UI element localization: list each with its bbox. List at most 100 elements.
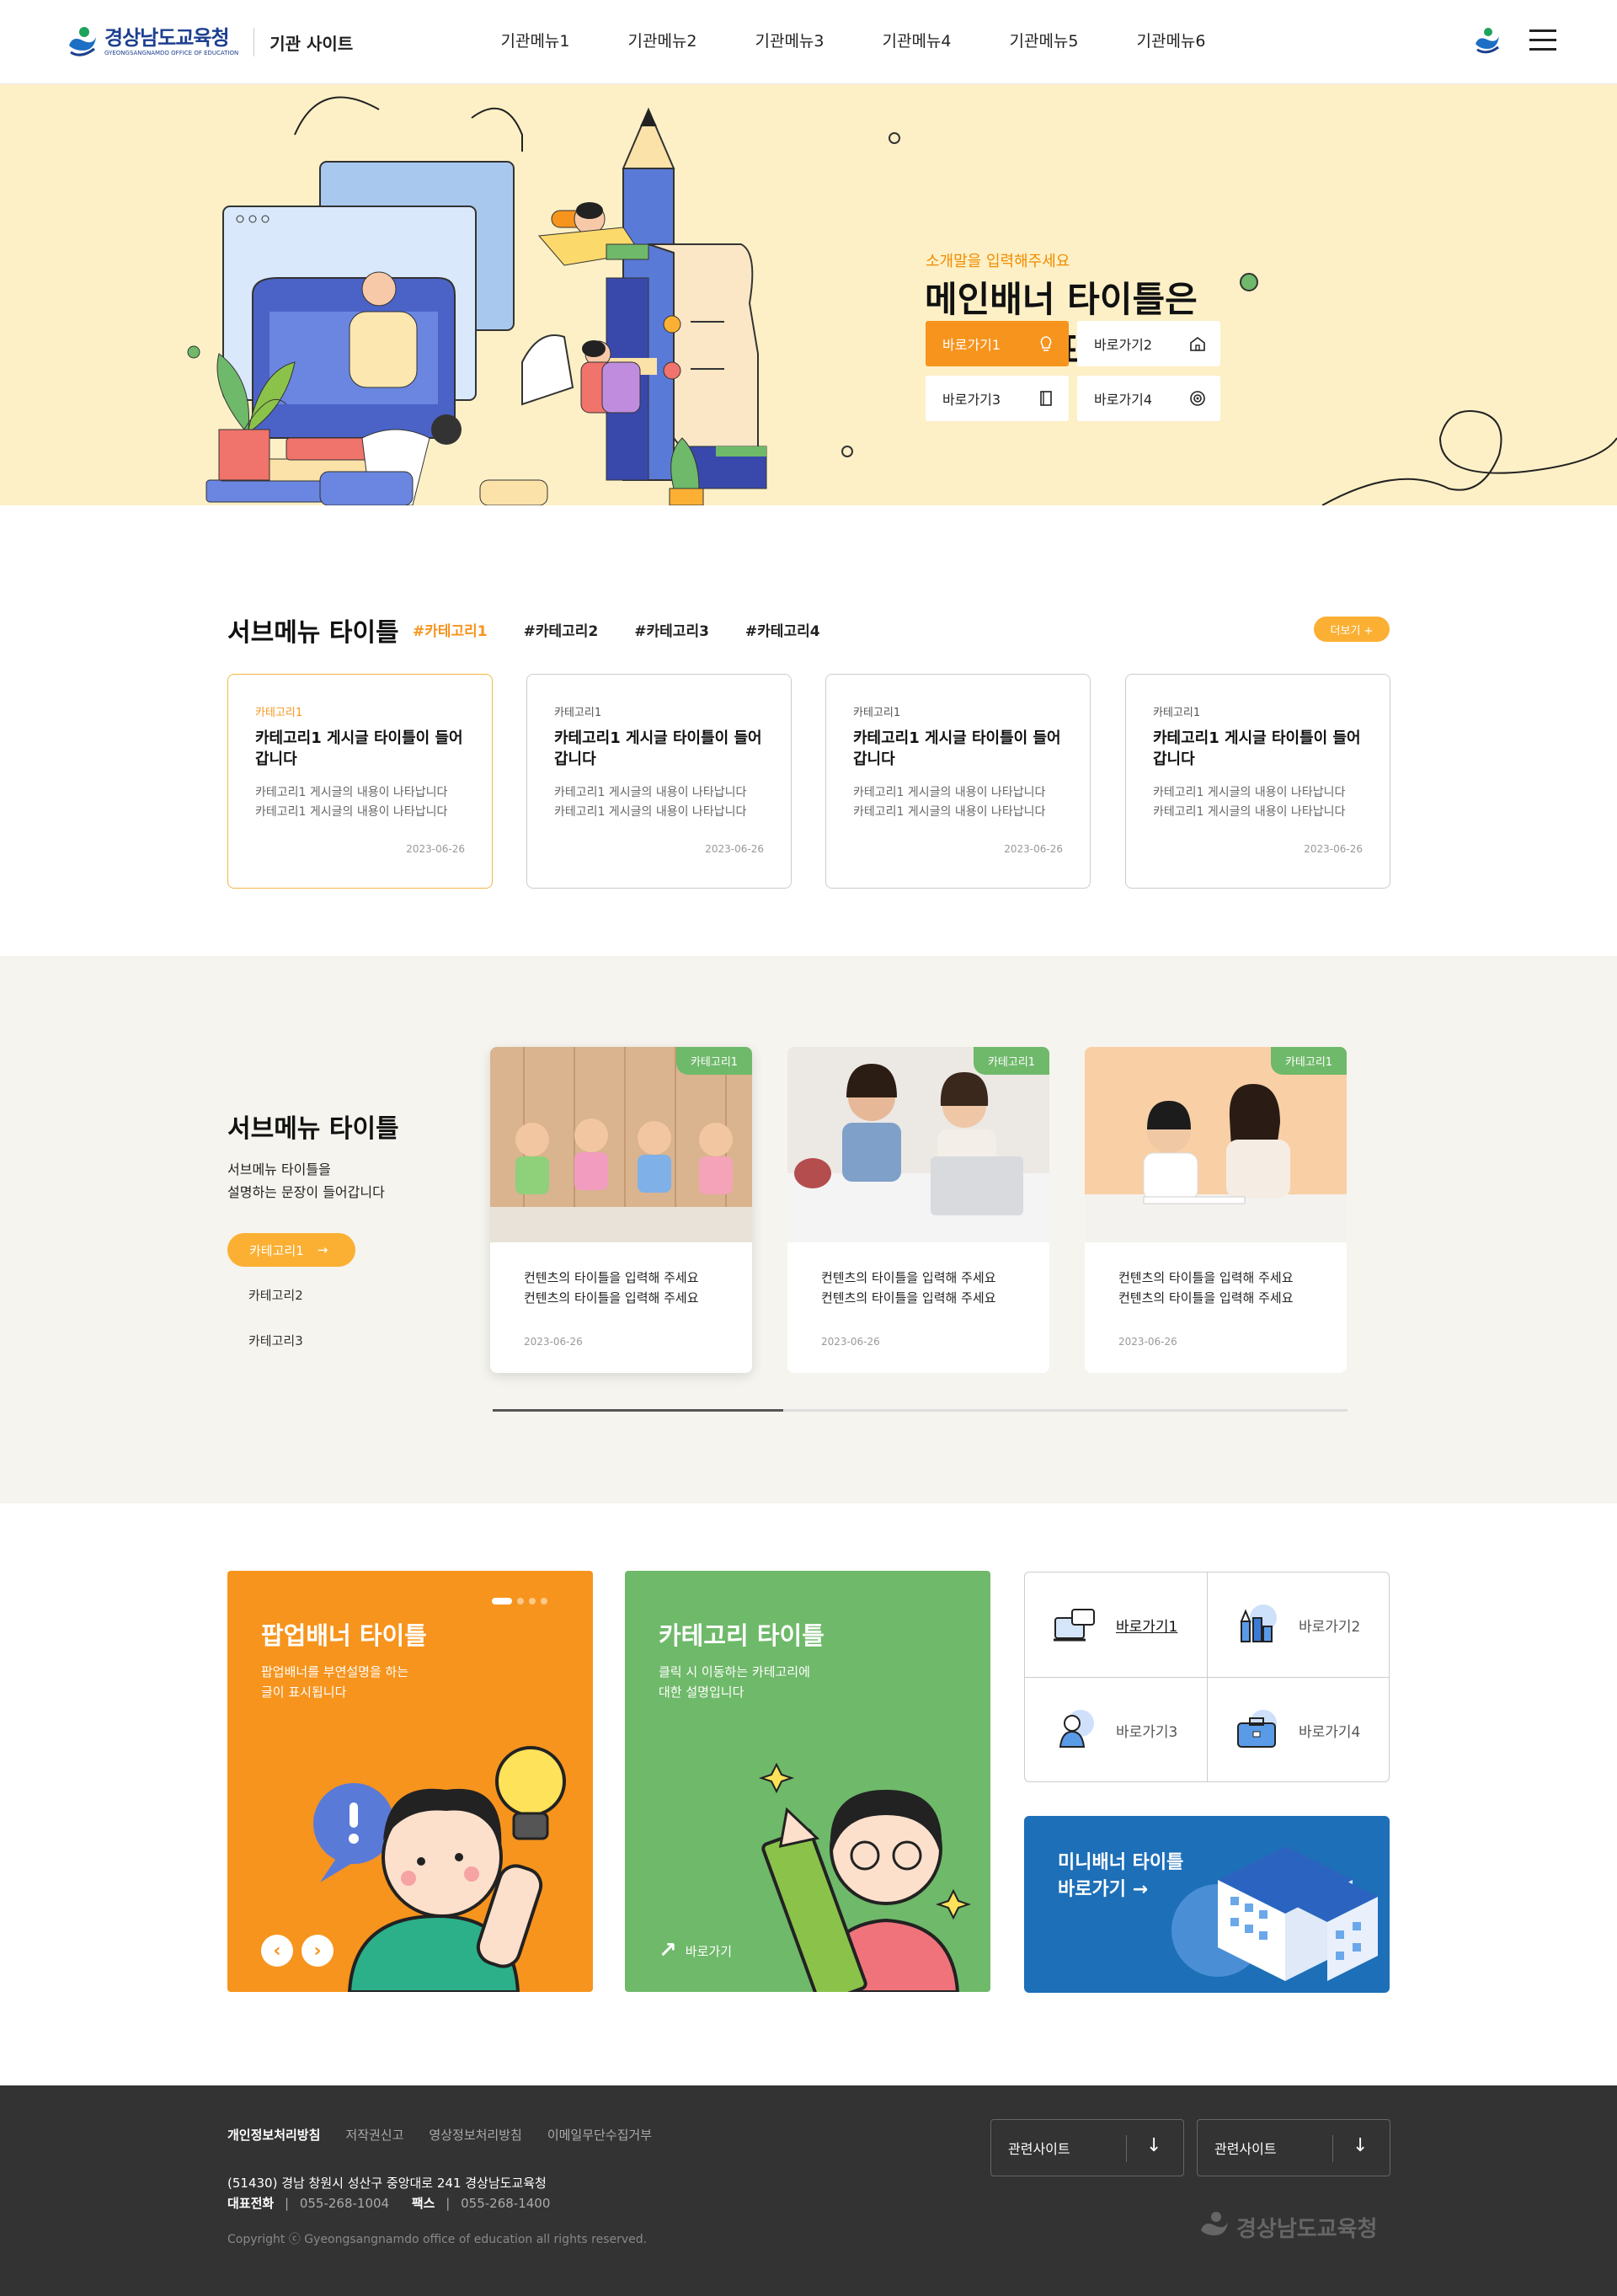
building-icon (1190, 337, 1205, 351)
quick-link-4[interactable]: 바로가기4 (1208, 1678, 1389, 1781)
slider-progress-fill (493, 1409, 784, 1412)
person-icon (1059, 1710, 1094, 1748)
tab-category-4[interactable]: #카테고리4 (745, 619, 820, 640)
category-link-3[interactable]: 카테고리3 (248, 1332, 303, 1349)
post-card[interactable]: 카테고리1 카테고리1 게시글 타이틀이 들어 갑니다 카테고리1 게시글의 내… (825, 674, 1091, 889)
post-category: 카테고리1 (255, 707, 303, 719)
post-body: 카테고리1 게시글의 내용이 나타납니다 (1153, 805, 1346, 819)
quick-link-1[interactable]: 바로가기1 (1025, 1572, 1207, 1677)
post-body: 카테고리1 게시글의 내용이 나타납니다 (554, 805, 747, 819)
nav-item-1[interactable]: 기관메뉴1 (472, 29, 599, 51)
post-title: 카테고리1 게시글 타이틀이 들어 갑니다 (1153, 729, 1361, 768)
post-date: 2023-06-26 (705, 843, 764, 855)
hero-link-button-3[interactable]: 바로가기3 (926, 376, 1069, 421)
hero-link-button-4[interactable]: 바로가기4 (1077, 376, 1220, 421)
hero-link-button-1[interactable]: 바로가기1 (926, 321, 1069, 366)
more-button[interactable]: 더보기 + (1314, 617, 1390, 642)
footer-address: (51430) 경남 창원시 성산구 중앙대로 241 경상남도교육청 (227, 2176, 547, 2191)
mini-banner[interactable]: 미니배너 타이틀바로가기 → (1024, 1816, 1390, 1993)
related-site-select-1[interactable]: 관련사이트 ↓ (990, 2119, 1184, 2176)
target-icon (1190, 391, 1205, 406)
deco-line-icon (1321, 410, 1617, 505)
content-title: 컨텐츠의 타이틀을 입력해 주세요 (1118, 1290, 1294, 1306)
nav-item-2[interactable]: 기관메뉴2 (599, 29, 726, 51)
content-card[interactable]: 카테고리1 컨텐츠의 타이틀을 입력해 주세요 컨텐츠의 타이틀을 입력해 주세요… (787, 1047, 1049, 1373)
quick-link-3[interactable]: 바로가기3 (1025, 1678, 1207, 1781)
category-desc: 대한 설명입니다 (659, 1685, 744, 1700)
tab-category-1[interactable]: #카테고리1 (413, 619, 488, 640)
quick-link-2[interactable]: 바로가기2 (1208, 1572, 1389, 1677)
logo-divider (253, 28, 255, 56)
content-card[interactable]: 카테고리1 컨텐츠의 타이틀을 입력해 주세요 컨텐츠의 타이틀을 입력해 주세요… (490, 1047, 752, 1373)
slider-progress-bar[interactable] (493, 1409, 1348, 1412)
prev-button[interactable]: ‹ (261, 1935, 293, 1967)
post-category: 카테고리1 (853, 707, 901, 719)
tab-category-3[interactable]: #카테고리3 (634, 619, 709, 640)
content-title: 컨텐츠의 타이틀을 입력해 주세요 (821, 1290, 996, 1306)
footer-logo-icon (1201, 2212, 1228, 2235)
book-icon (1040, 391, 1052, 406)
next-button[interactable]: › (302, 1935, 334, 1967)
post-body: 카테고리1 게시글의 내용이 나타납니다 (255, 805, 448, 819)
post-title: 카테고리1 게시글 타이틀이 들어 갑니다 (554, 729, 762, 768)
quick-links-grid: 바로가기1 바로가기2 바로가기3 바로가기4 (1024, 1572, 1390, 1782)
arrow-down-icon: ↓ (1353, 2135, 1369, 2156)
mini-banner-link: 바로가기 → (1058, 1879, 1149, 1900)
footer-link-copyright[interactable]: 저작권신고 (345, 2126, 403, 2144)
footer-fax: 055-268-1400 (461, 2196, 551, 2211)
post-title: 카테고리1 게시글 타이틀이 들어 갑니다 (853, 729, 1061, 768)
girl-pencil-illustration (758, 1762, 972, 1992)
post-category: 카테고리1 (1153, 707, 1201, 719)
category-badge: 카테고리1 (676, 1047, 752, 1075)
hero-link-label: 바로가기3 (942, 392, 1001, 408)
related-site-select-2[interactable]: 관련사이트 ↓ (1197, 2119, 1390, 2176)
content-date: 2023-06-26 (524, 1336, 583, 1348)
footer-link-privacy[interactable]: 개인정보처리방침 (227, 2126, 320, 2144)
footer-address-block: (51430) 경남 창원시 성산구 중앙대로 241 경상남도교육청 대표전화… (227, 2173, 550, 2213)
footer-link-email[interactable]: 이메일무단수집거부 (547, 2126, 652, 2144)
hero-link-label: 바로가기2 (1094, 337, 1153, 353)
arrow-down-icon: ↓ (1146, 2135, 1162, 2156)
content-card[interactable]: 카테고리1 컨텐츠의 타이틀을 입력해 주세요 컨텐츠의 타이틀을 입력해 주세요… (1085, 1047, 1347, 1373)
footer-links: 개인정보처리방침 저작권신고 영상정보처리방침 이메일무단수집거부 (227, 2126, 677, 2144)
popup-desc: 팝업배너를 부연설명을 하는 (261, 1664, 409, 1679)
tab-category-2[interactable]: #카테고리2 (524, 619, 599, 640)
hero-link-button-2[interactable]: 바로가기2 (1077, 321, 1220, 366)
nav-item-4[interactable]: 기관메뉴4 (853, 29, 980, 51)
boy-lightbulb-illustration (313, 1746, 566, 1992)
category-link[interactable]: ↗ 바로가기 (659, 1938, 732, 1963)
main-nav: 기관메뉴1 기관메뉴2 기관메뉴3 기관메뉴4 기관메뉴5 기관메뉴6 (472, 29, 1235, 51)
post-date: 2023-06-26 (1004, 843, 1063, 855)
category-pill-active[interactable]: 카테고리1 → (227, 1233, 355, 1267)
category-banner[interactable]: 카테고리 타이틀 클릭 시 이동하는 카테고리에 대한 설명입니다 ↗ 바로가기 (625, 1571, 990, 1992)
hero-link-label: 바로가기4 (1094, 392, 1153, 408)
section2-desc-line: 서브메뉴 타이틀을 (227, 1161, 331, 1177)
category-link-2[interactable]: 카테고리2 (248, 1286, 303, 1304)
logo-subtitle: GYEONGSANGNAMDO OFFICE OF EDUCATION (104, 50, 239, 56)
category-desc: 클릭 시 이동하는 카테고리에 (659, 1664, 810, 1679)
content-title: 컨텐츠의 타이틀을 입력해 주세요 (524, 1270, 699, 1285)
hero-subtitle: 소개말을 입력해주세요 (926, 253, 1070, 270)
post-body: 카테고리1 게시글의 내용이 나타납니다 (853, 786, 1046, 799)
mini-banner-title: 미니배너 타이틀 (1058, 1852, 1184, 1873)
briefcase-icon (1237, 1710, 1277, 1748)
footer-tel: 055-268-1004 (299, 2196, 390, 2211)
related-site-label: 관련사이트 (1008, 2141, 1070, 2157)
nav-item-5[interactable]: 기관메뉴5 (980, 29, 1107, 51)
footer-link-cctv[interactable]: 영상정보처리방침 (429, 2126, 521, 2144)
quick-link-label: 바로가기3 (1116, 1723, 1178, 1741)
nav-item-3[interactable]: 기관메뉴3 (726, 29, 853, 51)
quick-link-label: 바로가기1 (1116, 1618, 1178, 1636)
post-card[interactable]: 카테고리1 카테고리1 게시글 타이틀이 들어 갑니다 카테고리1 게시글의 내… (526, 674, 792, 889)
hamburger-menu-icon[interactable] (1529, 29, 1556, 51)
symbol-icon[interactable] (1472, 25, 1502, 56)
post-card[interactable]: 카테고리1 카테고리1 게시글 타이틀이 들어 갑니다 카테고리1 게시글의 내… (1125, 674, 1390, 889)
school-building-icon (1171, 1846, 1378, 1981)
logo[interactable]: 경상남도교육청 GYEONGSANGNAMDO OFFICE OF EDUCAT… (66, 25, 353, 59)
post-body: 카테고리1 게시글의 내용이 나타납니다 (255, 786, 448, 799)
post-card[interactable]: 카테고리1 카테고리1 게시글 타이틀이 들어 갑니다 카테고리1 게시글의 내… (227, 674, 493, 889)
logo-icon (69, 27, 96, 56)
popup-banner[interactable]: 팝업배너 타이틀 팝업배너를 부연설명을 하는 글이 표시됩니다 ‹ › (227, 1571, 593, 1992)
footer-logo[interactable]: 경상남도교육청 (1198, 2210, 1377, 2244)
nav-item-6[interactable]: 기관메뉴6 (1107, 29, 1235, 51)
